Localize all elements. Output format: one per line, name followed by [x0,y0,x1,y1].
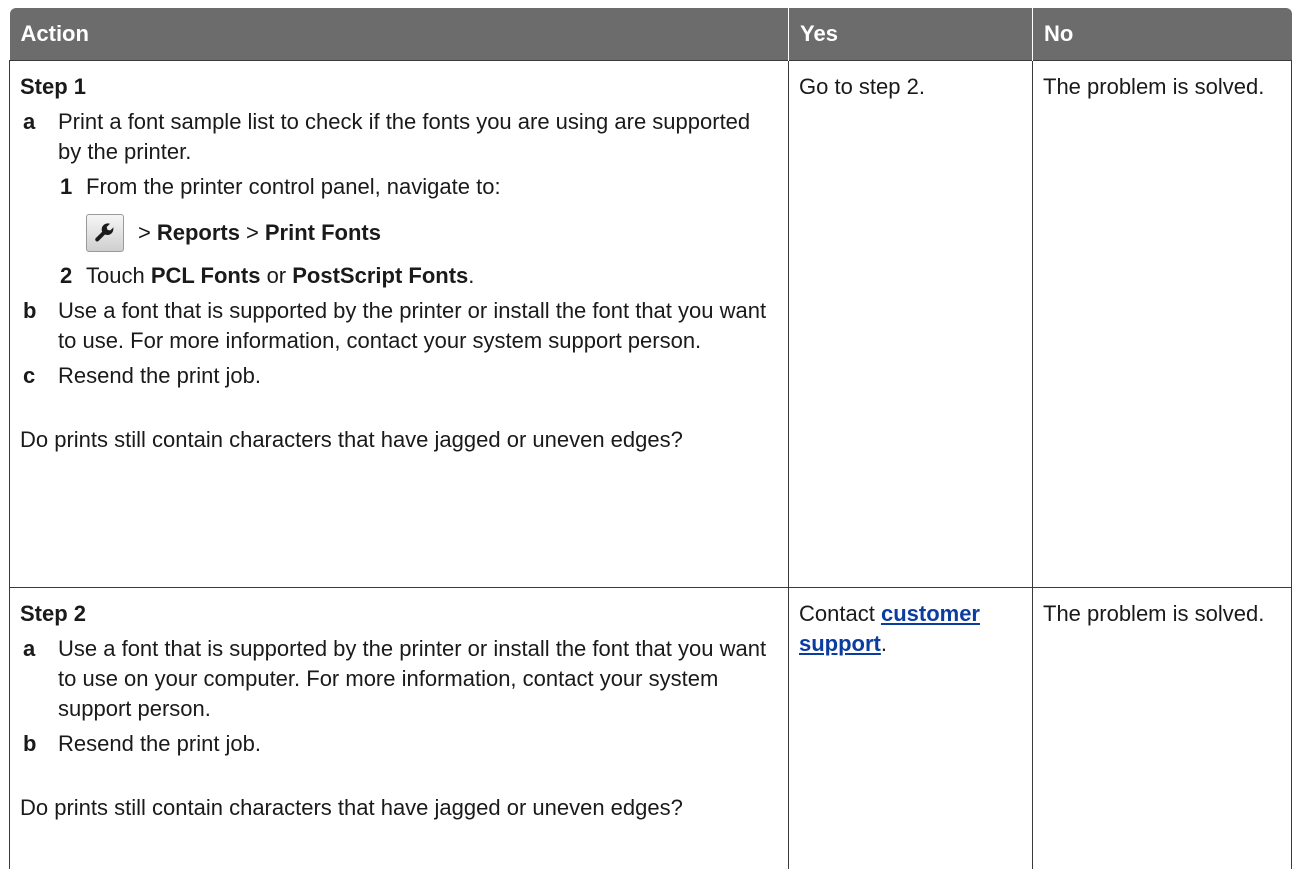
header-no: No [1032,8,1292,60]
contact-suffix: . [880,630,888,656]
step-1-item-a-text: Print a font sample list to check if the… [58,108,751,164]
step-2-item-a: a Use a font that is supported by the pr… [20,634,778,724]
step-1-substep-1-marker: 1 [60,173,73,199]
action-cell-step-2: Step 2 a Use a font that is supported by… [9,586,789,869]
action-cell-step-1: Step 1 a Print a font sample list to che… [9,59,789,588]
step-2-item-b: b Resend the print job. [20,729,778,759]
navigation-path: > Reports > Print Fonts [86,213,778,253]
postscript-fonts-label: PostScript Fonts [292,262,469,288]
step-1-substep-2: 2 Touch PCL Fonts or PostScript Fonts. [58,261,778,291]
step-1-substep-2-marker: 2 [60,262,73,288]
header-action: Action [9,8,789,60]
no-cell-step-2: The problem is solved. [1032,586,1292,869]
table-row-step-1: Step 1 a Print a font sample list to che… [9,59,1292,588]
troubleshooting-table: Action Yes No Step 1 a Print a font samp… [9,8,1292,869]
step-1-question: Do prints still contain characters that … [20,426,683,452]
step-2-item-a-text: Use a font that is supported by the prin… [58,635,767,721]
yes-cell-step-1: Go to step 2. [788,59,1033,588]
header-row: Action Yes No [9,8,1292,60]
step-1-substep-1-text: From the printer control panel, navigate… [86,173,501,199]
step-2-item-b-letter: b [23,730,37,756]
step-2-item-b-text: Resend the print job. [58,730,262,756]
substep-2-or: or [266,262,287,288]
nav-reports: Reports [156,219,240,245]
step-1-title: Step 1 [20,73,87,99]
nav-separator: > [245,219,259,245]
header-yes: Yes [788,8,1033,60]
step-1-item-b: b Use a font that is supported by the pr… [20,296,778,356]
substep-2-suffix: . [468,262,475,288]
yes-cell-step-2: Contact customer support. [788,586,1033,869]
step-1-item-c-text: Resend the print job. [58,362,262,388]
no-cell-step-1: The problem is solved. [1032,59,1292,588]
nav-separator: > [138,219,151,245]
step-1-item-c-letter: c [23,362,36,388]
contact-prefix: Contact [799,600,875,626]
step-1-item-b-letter: b [23,297,37,323]
table-row-step-2: Step 2 a Use a font that is supported by… [9,586,1292,869]
step-1-item-c: c Resend the print job. [20,361,778,391]
step-2-title: Step 2 [20,600,87,626]
step-1-item-a: a Print a font sample list to check if t… [20,107,778,291]
step-2-item-a-letter: a [23,635,36,661]
wrench-icon [86,213,124,252]
nav-print-fonts: Print Fonts [264,219,381,245]
step-1-item-a-letter: a [23,108,36,134]
step-2-question: Do prints still contain characters that … [20,794,683,820]
table-header: Action Yes No [9,8,1292,60]
substep-2-prefix: Touch [86,262,145,288]
pcl-fonts-label: PCL Fonts [150,262,261,288]
step-1-item-b-text: Use a font that is supported by the prin… [58,297,767,353]
step-1-substep-1: 1 From the printer control panel, naviga… [58,172,778,253]
